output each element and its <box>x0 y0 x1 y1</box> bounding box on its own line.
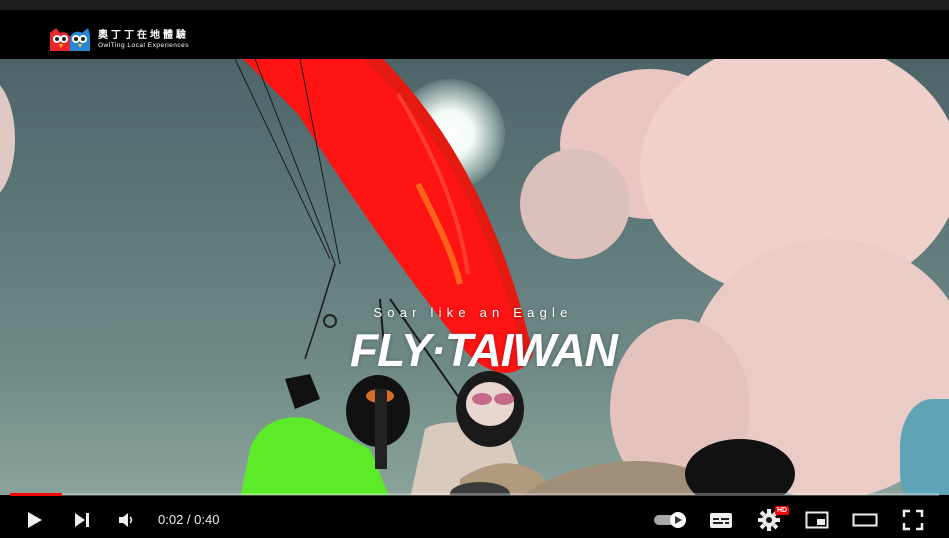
duration: 0:40 <box>194 512 220 527</box>
overlay-tagline: Soar like an Eagle <box>373 305 573 320</box>
video-frame[interactable]: Soar like an Eagle FLY·TAIWAN <box>0 59 949 495</box>
theater-icon <box>852 513 878 527</box>
pilots <box>240 371 795 495</box>
fullscreen-button[interactable] <box>900 508 926 532</box>
hd-badge: HD <box>775 506 790 515</box>
autoplay-toggle[interactable] <box>652 510 688 530</box>
play-button[interactable] <box>22 508 46 532</box>
next-button[interactable] <box>70 508 94 532</box>
theater-mode-button[interactable] <box>852 508 878 532</box>
logo-text: 奧丁丁在地體驗 OwlTing Local Experiences <box>98 29 190 50</box>
volume-button[interactable] <box>114 508 138 532</box>
logo-cn: 奧丁丁在地體驗 <box>98 29 189 41</box>
current-time: 0:02 <box>158 512 184 527</box>
fullscreen-icon <box>902 509 924 531</box>
time-display: 0:02 / 0:40 <box>158 512 219 527</box>
channel-logo[interactable]: 奧丁丁在地體驗 OwlTing Local Experiences <box>48 26 189 54</box>
overlay-title: FLY·TAIWAN <box>350 324 618 376</box>
video-player[interactable]: Soar like an Eagle FLY·TAIWAN 奧丁丁在地體驗 Ow… <box>0 0 949 538</box>
progress-bar[interactable] <box>10 493 939 496</box>
play-icon <box>28 512 42 528</box>
top-bar <box>0 0 949 10</box>
subtitles-icon <box>710 513 732 528</box>
miniplayer-icon <box>805 511 829 529</box>
subtitles-button[interactable] <box>708 508 734 532</box>
logo-en: OwlTing Local Experiences <box>98 41 190 49</box>
progress-played <box>10 493 63 496</box>
volume-icon <box>119 513 133 527</box>
miniplayer-button[interactable] <box>804 508 830 532</box>
autoplay-toggle-icon <box>654 512 686 528</box>
owl-logo-icon <box>50 28 90 51</box>
time-separator: / <box>183 512 195 527</box>
next-icon <box>75 513 89 527</box>
